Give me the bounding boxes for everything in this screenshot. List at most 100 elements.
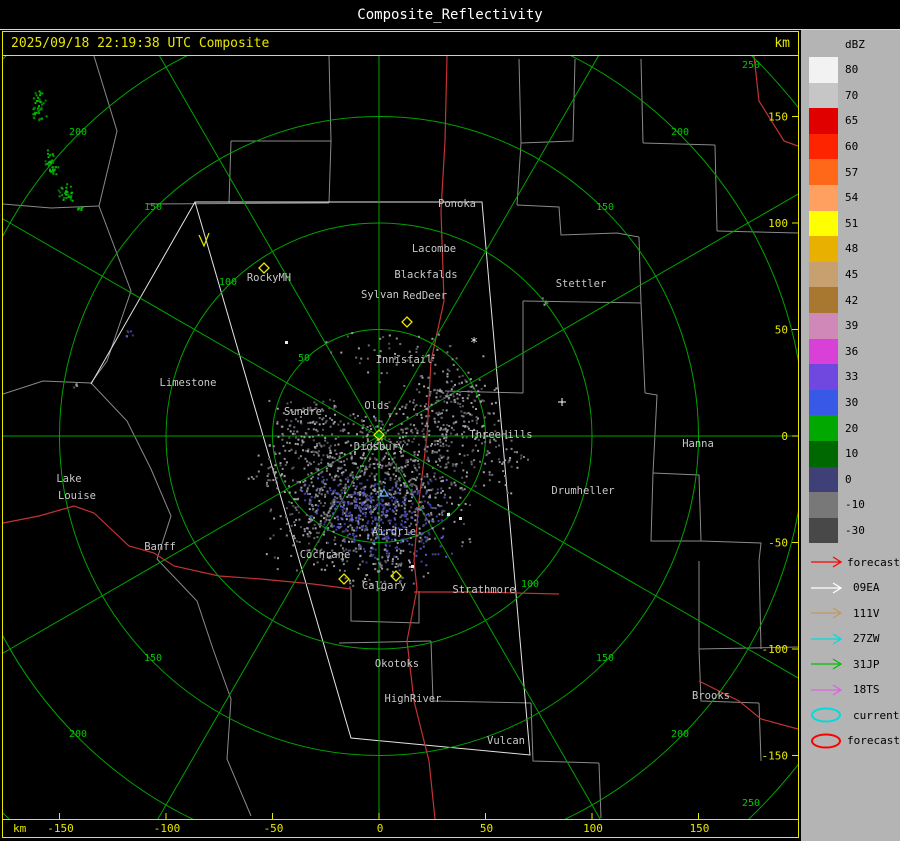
colorbar-value: 39: [845, 319, 859, 333]
svg-text:Drumheller: Drumheller: [551, 485, 614, 497]
svg-text:150: 150: [144, 653, 162, 664]
colorbar-swatch: [809, 210, 838, 237]
svg-text:Strathmore: Strathmore: [452, 584, 515, 596]
svg-text:Lacombe: Lacombe: [412, 243, 456, 255]
svg-text:Vulcan: Vulcan: [487, 735, 525, 747]
colorbar-row: 10: [809, 440, 900, 467]
legend-row-111V: 111V: [809, 600, 900, 626]
legend-label: current: [853, 708, 900, 722]
legend-row-forecast: forecast: [809, 728, 900, 754]
city-labels: Ponoka Lacombe Blackfalds Sylvan RedDeer Stet…: [56, 198, 730, 747]
colorbar-swatch: [809, 389, 838, 416]
x-axis-label: 150: [689, 822, 710, 835]
window-titlebar: Composite_Reflectivity: [0, 0, 900, 30]
x-axis-label: -150: [47, 822, 74, 835]
legend-row-current: current: [809, 702, 900, 728]
colorbar-swatch: [809, 415, 838, 441]
colorbar-title: dBZ: [845, 38, 865, 51]
legend-label: 31JP: [853, 657, 880, 671]
colorbar-row: 80: [809, 57, 900, 83]
svg-text:200: 200: [671, 127, 689, 138]
colorbar-row: 54: [809, 184, 900, 211]
svg-text:-50: -50: [768, 537, 788, 550]
storm-cell-dot-icon: [411, 565, 414, 568]
svg-text:Sylvan: Sylvan: [361, 289, 399, 301]
svg-text:-100: -100: [762, 643, 789, 656]
svg-text:Brooks: Brooks: [692, 690, 730, 702]
colorbar-row: 48: [809, 236, 900, 262]
svg-text:150: 150: [596, 202, 614, 213]
svg-text:50: 50: [298, 353, 310, 364]
colorbar-row: 30: [809, 389, 900, 416]
legend-label: 09EA: [853, 581, 880, 595]
legend-row-27ZW: 27ZW: [809, 626, 900, 652]
svg-text:HighRiver: HighRiver: [385, 693, 442, 705]
svg-text:ThreeHills: ThreeHills: [469, 429, 532, 441]
svg-text:Banff: Banff: [144, 541, 176, 553]
svg-text:Ponoka: Ponoka: [438, 198, 476, 210]
svg-text:RedDeer: RedDeer: [403, 290, 447, 302]
svg-text:250: 250: [742, 798, 760, 809]
colorbar-row: 70: [809, 82, 900, 109]
svg-text:100: 100: [521, 579, 539, 590]
colorbar-swatch: [809, 312, 838, 339]
colorbar-swatch: [809, 261, 838, 288]
colorbar-row: -10: [809, 492, 900, 518]
radar-site-diamond-icon: [338, 573, 350, 585]
colorbar-swatch: [809, 364, 838, 390]
svg-text:Airdrie: Airdrie: [372, 526, 416, 538]
colorbar-value: 20: [845, 421, 859, 435]
colorbar-value: 51: [845, 216, 859, 230]
svg-text:Blackfalds: Blackfalds: [394, 269, 457, 281]
legend-row-18TS: 18TS: [809, 677, 900, 703]
colorbar-swatch: [809, 440, 838, 467]
track-arrow-icon: [811, 632, 843, 645]
x-axis-strip: km -150 -100 -50 0 50 100 150: [3, 819, 798, 837]
km-unit-top: km: [774, 36, 790, 51]
km-unit-bottom: km: [13, 822, 27, 835]
colorbar-row: 57: [809, 159, 900, 185]
colorbar-value: 0: [845, 472, 852, 486]
colorbar-value: 60: [845, 140, 859, 154]
colorbar-swatch: [809, 57, 838, 83]
legend-sidebar: dBZ 80 70 65 60 57 54 51 48 45 42 39 36 33 30 20 10 0 -10…: [801, 30, 900, 841]
colorbar-value: 70: [845, 88, 859, 102]
legend-label: 111V: [853, 606, 880, 620]
radar-site-diamond-icon: [401, 316, 413, 328]
svg-text:Stettler: Stettler: [556, 278, 607, 290]
svg-text:100: 100: [768, 217, 788, 230]
track-arrow-icon: [811, 581, 843, 594]
colorbar: 80 70 65 60 57 54 51 48 45 42 39 36 33 30 20 10 0 -10 -30: [809, 57, 900, 544]
svg-text:Cochrane: Cochrane: [300, 549, 351, 561]
svg-text:Calgary: Calgary: [362, 580, 406, 592]
svg-text:Lake: Lake: [56, 473, 81, 485]
colorbar-value: 42: [845, 293, 859, 307]
svg-text:200: 200: [69, 127, 87, 138]
svg-text:Louise: Louise: [58, 490, 96, 502]
x-axis-label: -50: [263, 822, 284, 835]
track-arrow-icon: [811, 607, 843, 619]
svg-text:250: 250: [742, 60, 760, 71]
white-asterisk-icon: *: [470, 336, 478, 351]
colorbar-value: 10: [845, 447, 859, 461]
colorbar-swatch: [809, 133, 838, 160]
colorbar-swatch: [809, 287, 838, 313]
white-plus-icon: [558, 398, 566, 406]
svg-text:Okotoks: Okotoks: [375, 658, 419, 670]
svg-text:0: 0: [781, 430, 788, 443]
colorbar-value: 33: [845, 370, 859, 384]
svg-text:200: 200: [69, 729, 87, 740]
svg-text:Hanna: Hanna: [682, 438, 714, 450]
colorbar-row: 60: [809, 133, 900, 160]
svg-text:RockyMH: RockyMH: [247, 272, 291, 284]
colorbar-row: 65: [809, 108, 900, 134]
track-legend: forecast 09EA 111V 27ZW 31JP 18TS current forec…: [809, 549, 900, 753]
colorbar-swatch: [809, 82, 838, 109]
colorbar-value: -10: [845, 498, 865, 512]
colorbar-value: 65: [845, 114, 859, 128]
colorbar-value: -30: [845, 523, 865, 537]
svg-text:150: 150: [144, 202, 162, 213]
svg-text:200: 200: [671, 729, 689, 740]
colorbar-swatch: [809, 236, 838, 262]
colorbar-row: -30: [809, 517, 900, 544]
